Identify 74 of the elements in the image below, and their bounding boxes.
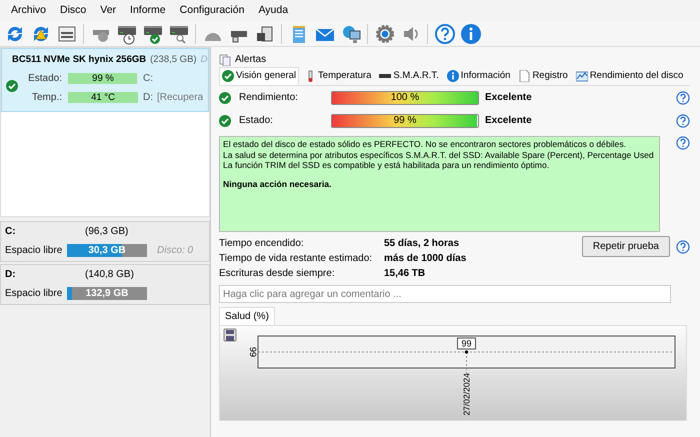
stat-value: más de 1000 días xyxy=(384,252,466,266)
partition-panel[interactable]: D: (140,8 GB) Espacio libre 132,9 GB xyxy=(0,264,210,305)
menu-item[interactable]: Ver xyxy=(93,2,124,18)
message-line: La salud se determina por atributos específicos S.M.A.R.T. del SSD: Available Spare (Percent), Percentage Used xyxy=(223,150,655,160)
health-label: Rendimiento: xyxy=(239,91,299,106)
message-line: La función TRIM del SSD es compatible y está habilitada para un rendimiento óptimo. xyxy=(223,160,550,171)
drive-letter: D xyxy=(200,53,208,67)
x-tick-label: 27/02/2024 xyxy=(462,373,472,416)
status-value: 99 % xyxy=(92,73,114,84)
health-value: 99 % xyxy=(394,114,416,126)
partition-size: (140,8 GB) xyxy=(85,268,134,282)
comment-field[interactable]: Haga clic para agregar un comentario ... xyxy=(219,285,671,304)
free-space-value: 30,3 GB xyxy=(88,245,126,256)
partition-name: C: xyxy=(5,225,17,239)
volume-label: C: xyxy=(143,72,153,86)
y-tick-label: 99 xyxy=(248,347,258,358)
menu-item[interactable]: Ayuda xyxy=(251,2,296,18)
check-icon xyxy=(219,114,231,127)
chart-icon xyxy=(576,70,588,82)
disk-item[interactable]: BC511 NVMe SK hynix 256GB (238,5 GB) D Estado: 99 % C: Temp.: 41 °C D: [Recupera xyxy=(1,48,209,112)
data-point xyxy=(464,350,468,354)
alerts-tab[interactable]: Alertas xyxy=(235,52,266,67)
health-value: 100 % xyxy=(390,92,420,103)
stat-value: 15,46 TB xyxy=(384,267,426,282)
stat-label: Escrituras desde siempre: xyxy=(219,267,336,282)
message-conclusion: Ninguna acción necesaria. xyxy=(223,178,332,190)
info-icon[interactable] xyxy=(460,22,482,44)
stat-value: 55 días, 2 horas xyxy=(384,237,460,252)
document-icon xyxy=(219,54,231,66)
disk-name: BC511 NVMe SK hynix 256GB xyxy=(12,53,146,67)
retest-button[interactable]: Repetir prueba xyxy=(582,236,670,258)
status-label: Estado: xyxy=(27,72,62,86)
free-space-label: Espacio libre xyxy=(5,244,64,258)
tab[interactable]: Registro xyxy=(515,67,571,86)
partition-size: (96,3 GB) xyxy=(85,225,128,239)
health-label: Estado: xyxy=(239,114,274,128)
partition-name: D: xyxy=(5,268,17,282)
save-icon[interactable] xyxy=(224,328,236,342)
tab[interactable]: S.M.A.R.T. xyxy=(376,67,442,86)
menu-item[interactable]: Informe xyxy=(123,2,173,18)
tab[interactable]: Temperatura xyxy=(301,67,374,86)
info-icon xyxy=(446,70,459,82)
stat-label: Tiempo de vida restante estimado: xyxy=(219,252,374,266)
free-space-value: 132,9 GB xyxy=(86,288,128,299)
tab[interactable]: Rendimiento del disco xyxy=(572,67,686,86)
document-icon xyxy=(518,70,530,82)
health-rating: Excelente xyxy=(485,114,532,128)
help-icon[interactable] xyxy=(676,114,690,128)
check-icon xyxy=(222,70,234,82)
disk-number: Disco: 0 xyxy=(157,244,194,258)
volume-label: D: xyxy=(143,91,153,106)
check-icon xyxy=(219,92,231,104)
settings-icon[interactable] xyxy=(374,22,396,44)
chart-tab[interactable]: Salud (%) xyxy=(219,307,275,326)
help-icon[interactable] xyxy=(434,22,456,44)
help-icon[interactable] xyxy=(676,240,690,254)
partition-panel[interactable]: C: (96,3 GB) Espacio libre 30,3 GB Disco: 0 xyxy=(0,221,210,262)
data-label: 99 xyxy=(457,338,476,350)
menu-item[interactable]: Configuración xyxy=(172,2,252,18)
check-icon xyxy=(6,80,18,92)
help-icon[interactable] xyxy=(676,90,690,105)
tab[interactable]: Información xyxy=(444,67,514,86)
tab[interactable]: Visión general xyxy=(219,67,300,86)
message-line: El estado del disco de estado sólido es PERFECTO. No se encontraron sectores problemáticos o débiles. xyxy=(223,139,628,150)
menu-item[interactable]: Disco xyxy=(53,2,94,18)
health-rating: Excelente xyxy=(485,91,532,106)
status-value: 41 °C xyxy=(91,92,115,104)
help-icon[interactable] xyxy=(676,136,690,150)
volume-name: [Recupera xyxy=(157,91,204,106)
stat-label: Tiempo encendido: xyxy=(219,237,305,252)
disk-size: (238,5 GB) xyxy=(150,53,197,67)
status-label: Temp.: xyxy=(30,91,62,106)
free-space-label: Espacio libre xyxy=(5,287,64,301)
menu-item[interactable]: Archivo xyxy=(4,2,54,18)
